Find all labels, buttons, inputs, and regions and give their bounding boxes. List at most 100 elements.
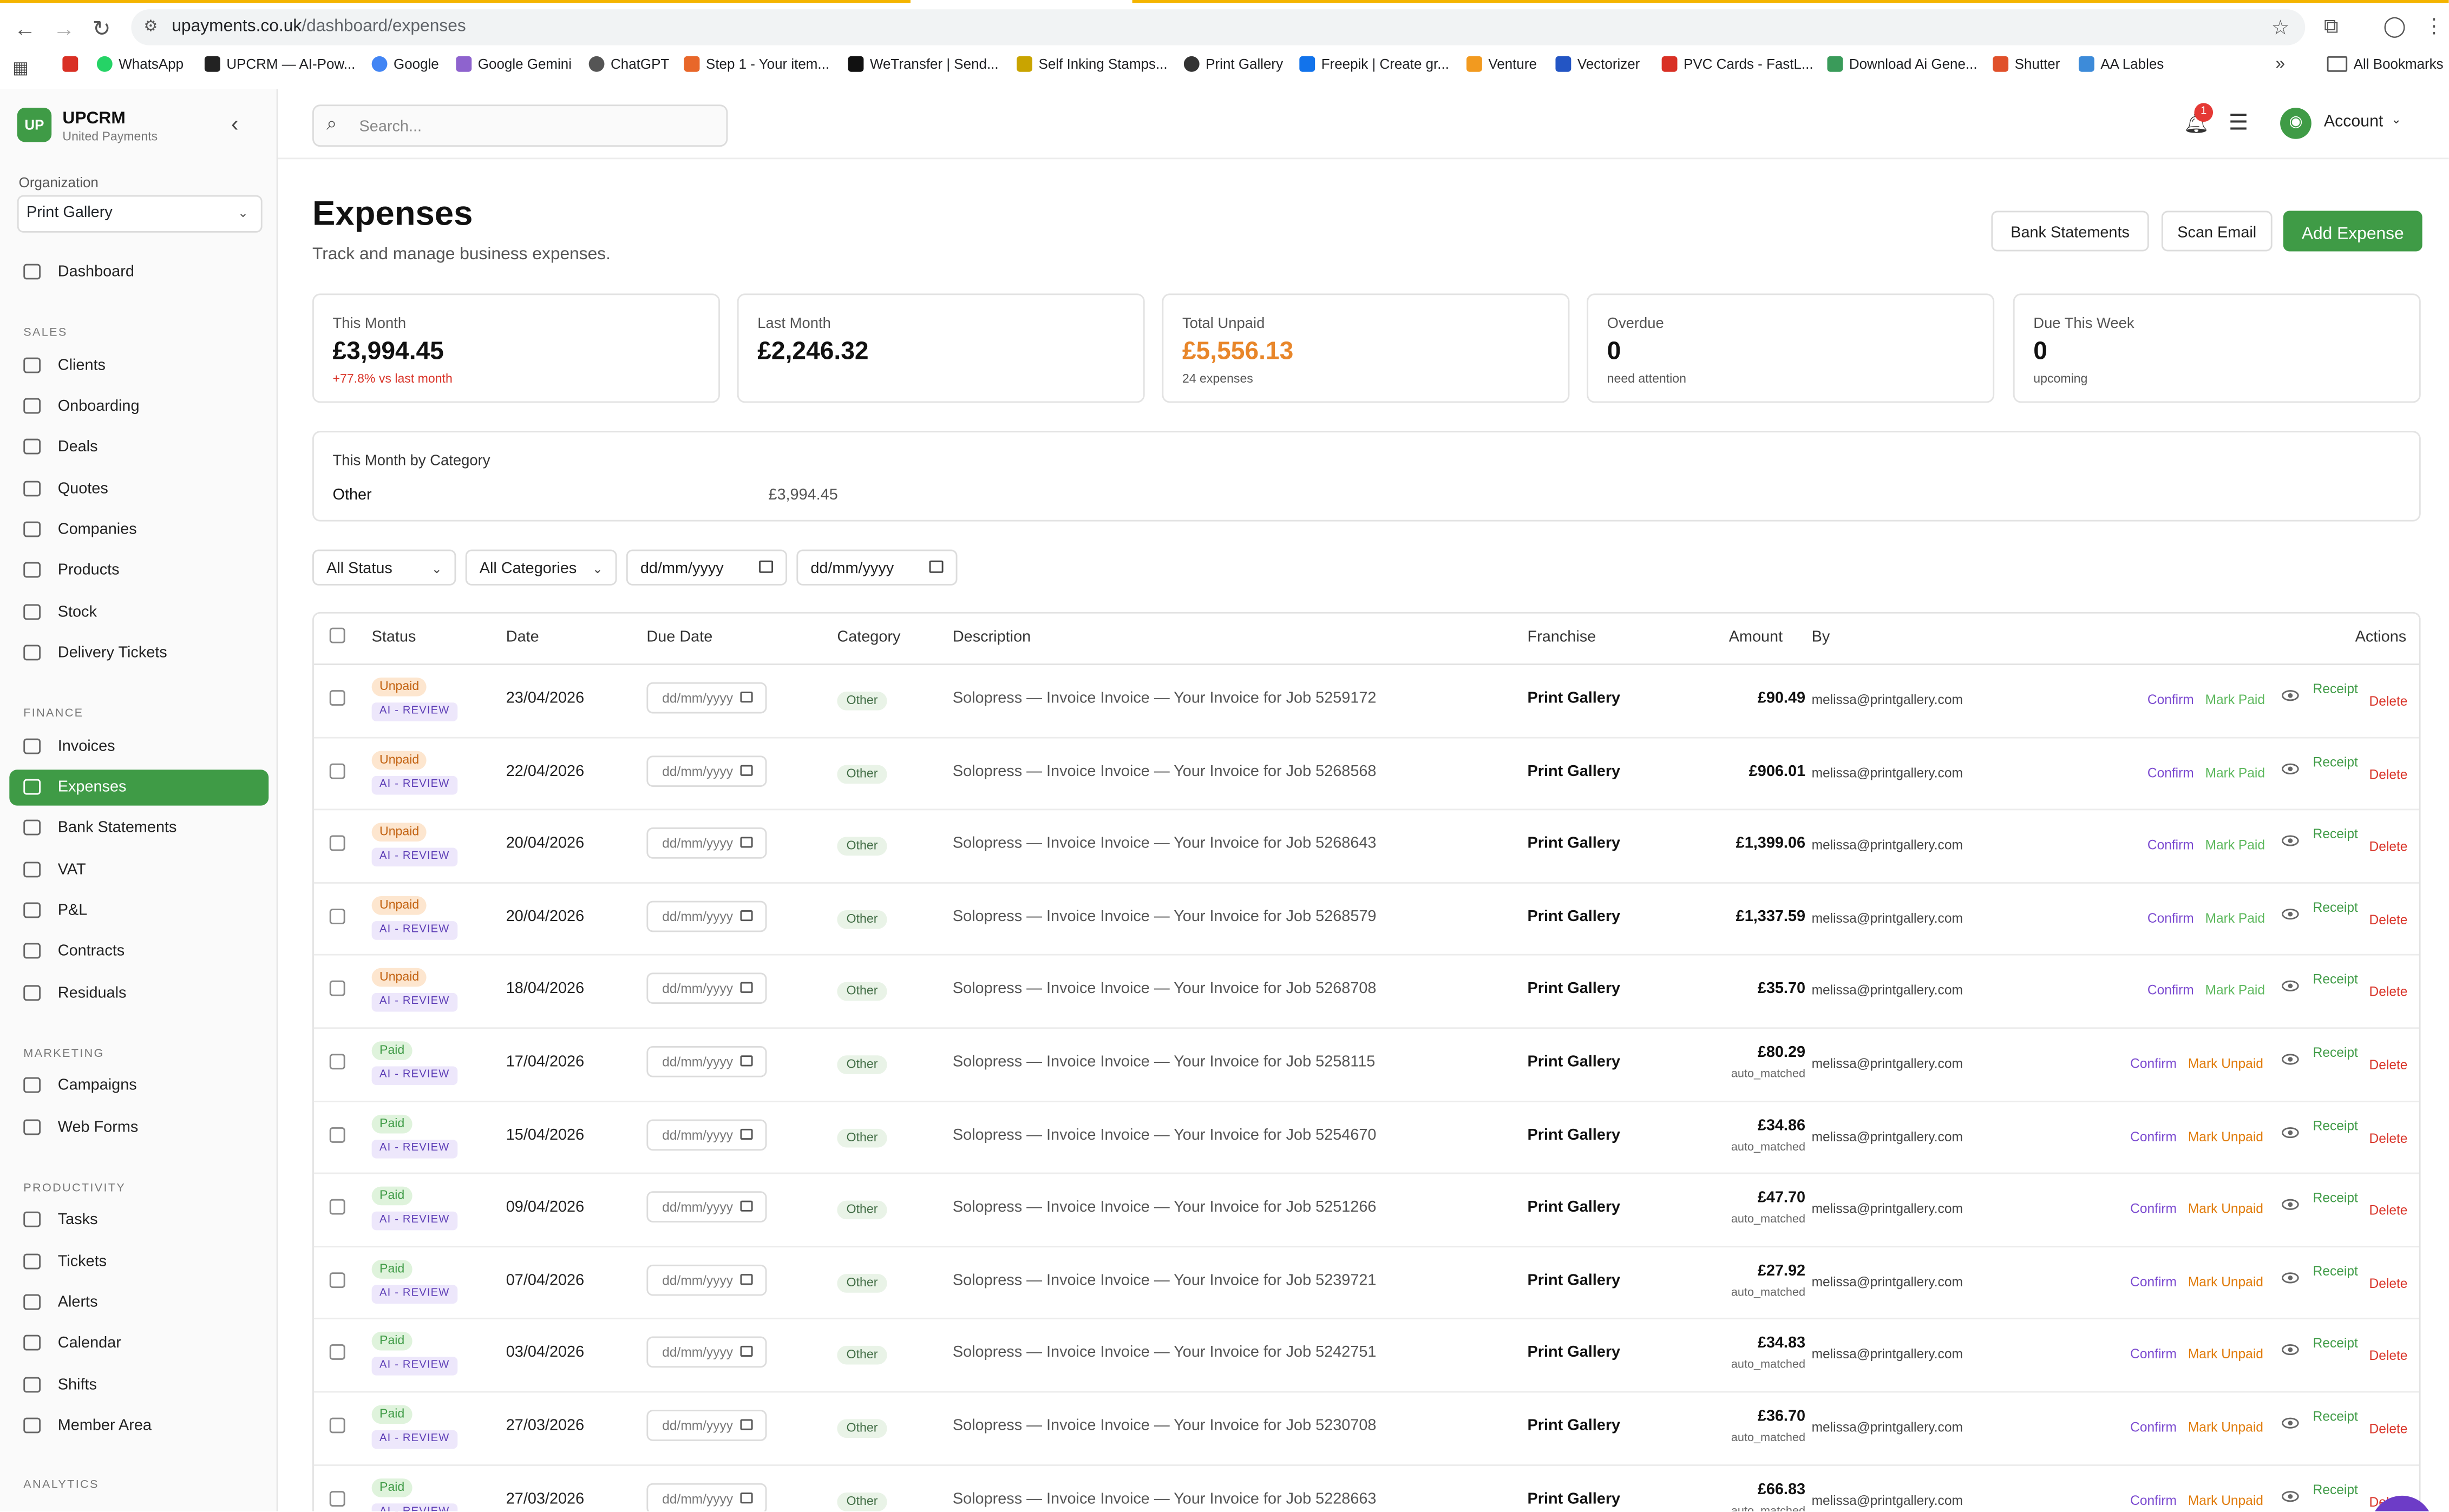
due-date-input[interactable]: dd/mm/yyyy xyxy=(646,1337,767,1369)
search-input[interactable] xyxy=(356,113,706,141)
delete-button[interactable]: Delete xyxy=(2369,1057,2408,1073)
view-eye-icon[interactable] xyxy=(2282,763,2299,774)
bookmark-item[interactable]: WeTransfer | Send... xyxy=(848,56,999,72)
mark-paid-button[interactable]: Mark Paid xyxy=(2205,837,2265,853)
confirm-button[interactable]: Confirm xyxy=(2130,1055,2177,1071)
category-filter[interactable]: All Categories⌄ xyxy=(466,550,617,586)
menu-icon[interactable]: ☰ xyxy=(2229,109,2248,136)
table-row[interactable]: PaidAI - REVIEW27/03/2026dd/mm/yyyyOther… xyxy=(314,1464,2421,1511)
calendar-icon[interactable] xyxy=(740,1346,752,1357)
sidebar-item-pl[interactable]: P&L xyxy=(9,893,269,929)
row-checkbox[interactable] xyxy=(330,1199,345,1215)
forward-icon[interactable]: → xyxy=(50,14,78,42)
table-row[interactable]: UnpaidAI - REVIEW22/04/2026dd/mm/yyyyOth… xyxy=(314,737,2421,811)
receipt-button[interactable]: Receipt xyxy=(2313,1408,2358,1424)
receipt-button[interactable]: Receipt xyxy=(2313,1263,2358,1278)
view-eye-icon[interactable] xyxy=(2282,981,2299,992)
profile-icon[interactable]: ◯ xyxy=(2383,14,2406,39)
all-bookmarks-folder[interactable]: All Bookmarks xyxy=(2327,56,2444,72)
delete-button[interactable]: Delete xyxy=(2369,1348,2408,1364)
view-eye-icon[interactable] xyxy=(2282,1272,2299,1283)
receipt-button[interactable]: Receipt xyxy=(2313,826,2358,842)
table-row[interactable]: PaidAI - REVIEW07/04/2026dd/mm/yyyyOther… xyxy=(314,1246,2421,1320)
scan-email-button[interactable]: Scan Email xyxy=(2162,211,2273,251)
row-checkbox[interactable] xyxy=(330,981,345,997)
receipt-button[interactable]: Receipt xyxy=(2313,1117,2358,1133)
select-all-checkbox[interactable] xyxy=(330,628,345,643)
due-date-input[interactable]: dd/mm/yyyy xyxy=(646,755,767,786)
due-date-input[interactable]: dd/mm/yyyy xyxy=(646,1483,767,1511)
header-due-date[interactable]: Due Date xyxy=(646,629,712,647)
header-status[interactable]: Status xyxy=(372,629,416,647)
view-eye-icon[interactable] xyxy=(2282,908,2299,919)
sidebar-item-products[interactable]: Products xyxy=(9,553,269,588)
mark-unpaid-button[interactable]: Mark Unpaid xyxy=(2188,1419,2263,1435)
add-expense-button[interactable]: Add Expense xyxy=(2283,211,2422,251)
header-franchise[interactable]: Franchise xyxy=(1528,629,1596,647)
receipt-button[interactable]: Receipt xyxy=(2313,1190,2358,1206)
browser-menu-icon[interactable]: ⋮ xyxy=(2424,14,2445,39)
address-bar[interactable]: ⚙ upayments.co.uk/dashboard/expenses ☆ xyxy=(131,9,2305,45)
row-checkbox[interactable] xyxy=(330,836,345,851)
due-date-input[interactable]: dd/mm/yyyy xyxy=(646,1046,767,1077)
calendar-icon[interactable] xyxy=(740,692,752,702)
sidebar-item-bank-statements[interactable]: Bank Statements xyxy=(9,810,269,846)
mark-unpaid-button[interactable]: Mark Unpaid xyxy=(2188,1274,2263,1290)
due-date-input[interactable]: dd/mm/yyyy xyxy=(646,1119,767,1150)
bookmark-star-icon[interactable]: ☆ xyxy=(2271,9,2290,45)
bank-statements-button[interactable]: Bank Statements xyxy=(1991,211,2149,251)
table-row[interactable]: UnpaidAI - REVIEW20/04/2026dd/mm/yyyyOth… xyxy=(314,882,2421,956)
calendar-icon[interactable] xyxy=(740,764,752,775)
delete-button[interactable]: Delete xyxy=(2369,1130,2408,1146)
delete-button[interactable]: Delete xyxy=(2369,1202,2408,1218)
receipt-button[interactable]: Receipt xyxy=(2313,899,2358,915)
receipt-button[interactable]: Receipt xyxy=(2313,681,2358,696)
site-settings-icon[interactable]: ⚙ xyxy=(143,9,158,45)
calendar-icon[interactable] xyxy=(740,1128,752,1139)
row-checkbox[interactable] xyxy=(330,690,345,706)
table-row[interactable]: PaidAI - REVIEW17/04/2026dd/mm/yyyyOther… xyxy=(314,1027,2421,1101)
table-row[interactable]: PaidAI - REVIEW27/03/2026dd/mm/yyyyOther… xyxy=(314,1391,2421,1465)
row-checkbox[interactable] xyxy=(330,908,345,924)
delete-button[interactable]: Delete xyxy=(2369,839,2408,854)
bookmark-item[interactable]: Self Inking Stamps... xyxy=(1017,56,1168,72)
sidebar-item-clients[interactable]: Clients xyxy=(9,348,269,384)
mark-unpaid-button[interactable]: Mark Unpaid xyxy=(2188,1346,2263,1362)
bookmark-item[interactable]: Google Gemini xyxy=(456,56,572,72)
sidebar-item-vat[interactable]: VAT xyxy=(9,852,269,888)
calendar-icon[interactable] xyxy=(740,983,752,994)
due-date-input[interactable]: dd/mm/yyyy xyxy=(646,900,767,932)
sidebar-item-onboarding[interactable]: Onboarding xyxy=(9,389,269,424)
table-row[interactable]: PaidAI - REVIEW15/04/2026dd/mm/yyyyOther… xyxy=(314,1100,2421,1174)
row-checkbox[interactable] xyxy=(330,1490,345,1506)
due-date-input[interactable]: dd/mm/yyyy xyxy=(646,828,767,859)
due-date-input[interactable]: dd/mm/yyyy xyxy=(646,1192,767,1223)
table-row[interactable]: PaidAI - REVIEW03/04/2026dd/mm/yyyyOther… xyxy=(314,1318,2421,1392)
view-eye-icon[interactable] xyxy=(2282,1490,2299,1501)
bookmark-item[interactable]: Print Gallery xyxy=(1184,56,1283,72)
calendar-icon[interactable] xyxy=(759,561,773,573)
confirm-button[interactable]: Confirm xyxy=(2147,692,2194,707)
bookmark-item[interactable]: Download Ai Gene... xyxy=(1827,56,1977,72)
mark-paid-button[interactable]: Mark Paid xyxy=(2205,983,2265,998)
receipt-button[interactable]: Receipt xyxy=(2313,1481,2358,1497)
calendar-icon[interactable] xyxy=(740,1055,752,1066)
view-eye-icon[interactable] xyxy=(2282,1199,2299,1210)
mark-paid-button[interactable]: Mark Paid xyxy=(2205,764,2265,780)
bookmark-item[interactable]: Google xyxy=(372,56,439,72)
confirm-button[interactable]: Confirm xyxy=(2130,1419,2177,1435)
header-description[interactable]: Description xyxy=(953,629,1031,647)
mark-paid-button[interactable]: Mark Paid xyxy=(2205,910,2265,925)
date-from-input[interactable]: dd/mm/yyyy xyxy=(626,550,787,586)
mark-unpaid-button[interactable]: Mark Unpaid xyxy=(2188,1128,2263,1144)
confirm-button[interactable]: Confirm xyxy=(2130,1201,2177,1217)
confirm-button[interactable]: Confirm xyxy=(2147,910,2194,925)
view-eye-icon[interactable] xyxy=(2282,690,2299,701)
delete-button[interactable]: Delete xyxy=(2369,693,2408,709)
delete-button[interactable]: Delete xyxy=(2369,984,2408,1000)
due-date-input[interactable]: dd/mm/yyyy xyxy=(646,682,767,714)
receipt-button[interactable]: Receipt xyxy=(2313,1044,2358,1060)
sidebar-item-residuals[interactable]: Residuals xyxy=(9,976,269,1011)
sidebar-item-stock[interactable]: Stock xyxy=(9,595,269,630)
confirm-button[interactable]: Confirm xyxy=(2147,764,2194,780)
